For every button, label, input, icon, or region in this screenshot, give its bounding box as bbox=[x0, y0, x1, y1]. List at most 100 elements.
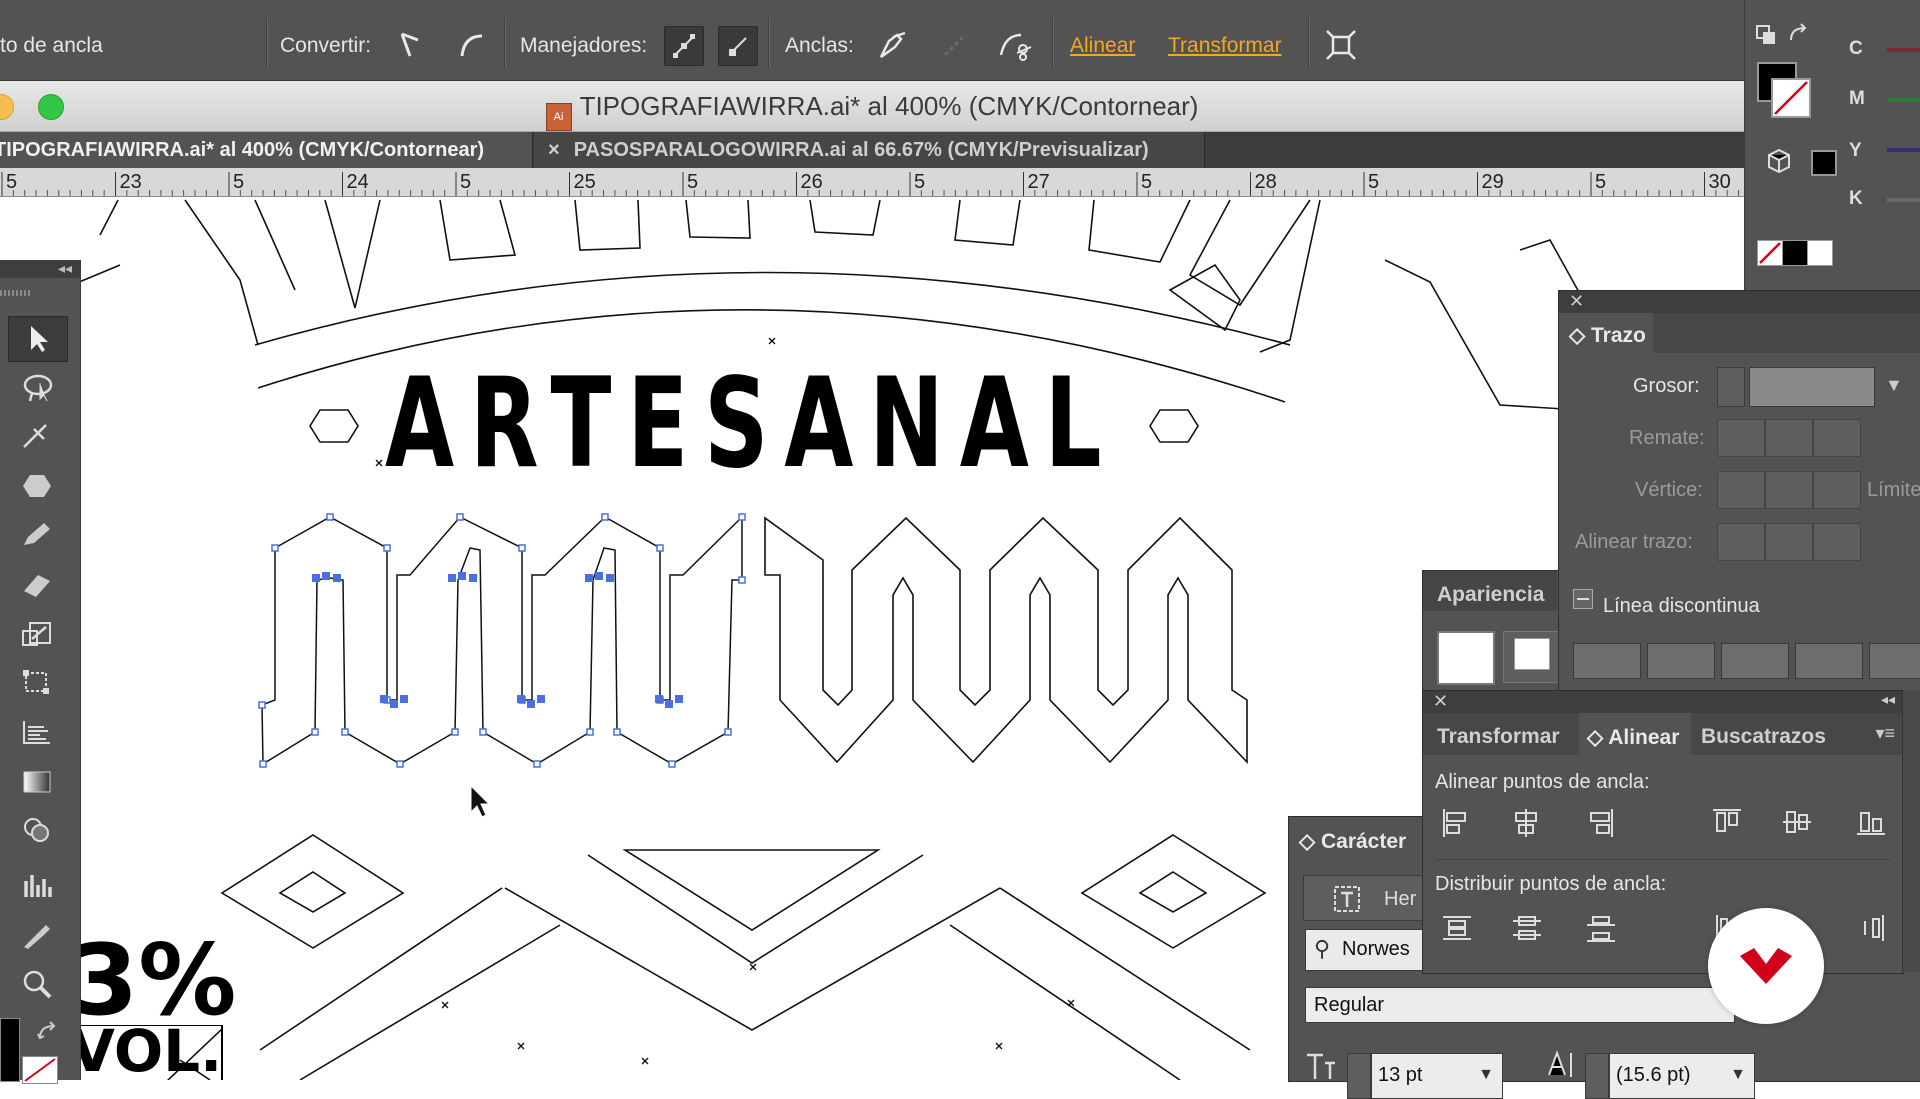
distribute-bottom-icon[interactable] bbox=[1585, 913, 1617, 948]
scale-tool-icon[interactable] bbox=[8, 612, 66, 656]
channel-m-label: M bbox=[1849, 88, 1865, 109]
chevron-down-icon[interactable]: ▼ bbox=[1730, 1066, 1746, 1084]
c-slider[interactable] bbox=[1887, 48, 1920, 52]
font-style-field[interactable]: Regular bbox=[1305, 987, 1735, 1023]
k-slider[interactable] bbox=[1887, 198, 1920, 202]
zoom-tool-icon[interactable] bbox=[8, 962, 66, 1006]
panel-scrollbar[interactable] bbox=[1902, 690, 1920, 972]
eyedropper-tool-icon[interactable] bbox=[8, 914, 66, 958]
bevel-join-button[interactable] bbox=[1813, 471, 1861, 509]
align-stroke-outside-button[interactable] bbox=[1813, 523, 1861, 561]
align-right-icon[interactable] bbox=[1585, 807, 1615, 844]
weight-stepper[interactable] bbox=[1717, 367, 1745, 407]
align-stroke-inside-button[interactable] bbox=[1765, 523, 1813, 561]
hide-handles-icon[interactable] bbox=[718, 26, 758, 66]
gap-field-2[interactable] bbox=[1795, 643, 1863, 679]
character-tab[interactable]: ◇ Carácter bbox=[1289, 817, 1419, 857]
tab-alinear[interactable]: ◇ Alinear bbox=[1579, 713, 1691, 755]
right-diamond-outer bbox=[1080, 834, 1267, 949]
remove-anchor-icon[interactable] bbox=[872, 26, 910, 64]
y-slider[interactable] bbox=[1887, 148, 1920, 152]
cut-path-icon[interactable] bbox=[996, 26, 1034, 64]
projecting-cap-button[interactable] bbox=[1813, 419, 1861, 457]
graph-tool-icon[interactable] bbox=[8, 710, 66, 754]
appearance-stroke-swatch[interactable] bbox=[1503, 631, 1559, 683]
show-handles-icon[interactable] bbox=[664, 26, 704, 66]
butt-cap-button[interactable] bbox=[1717, 419, 1765, 457]
tab-close-icon[interactable]: × bbox=[548, 139, 560, 161]
dash-field-2[interactable] bbox=[1721, 643, 1789, 679]
column-graph-tool-icon[interactable] bbox=[8, 864, 66, 908]
tab-buscatrazos[interactable]: Buscatrazos bbox=[1701, 725, 1826, 749]
leading-icon bbox=[1543, 1049, 1577, 1086]
distribute-top-icon[interactable] bbox=[1441, 913, 1473, 948]
chevron-down-icon[interactable]: ▼ bbox=[1478, 1066, 1494, 1084]
miter-join-button[interactable] bbox=[1717, 471, 1765, 509]
none-swatch[interactable] bbox=[1757, 240, 1783, 266]
stroke-tab[interactable]: ◇ Trazo bbox=[1559, 313, 1653, 353]
align-vertical-center-icon[interactable] bbox=[1781, 807, 1813, 842]
shape-builder-tool-icon[interactable] bbox=[8, 808, 66, 852]
tab-tipografiawirra[interactable]: TIPOGRAFIAWIRRA.ai* al 400% (CMYK/Contor… bbox=[0, 132, 533, 168]
align-horizontal-center-icon[interactable] bbox=[1511, 807, 1541, 844]
gap-field-1[interactable] bbox=[1647, 643, 1715, 679]
dash-field-1[interactable] bbox=[1573, 643, 1641, 679]
dash-field-3[interactable] bbox=[1869, 643, 1920, 679]
touch-type-button[interactable]: Her bbox=[1303, 875, 1425, 921]
black-swatch[interactable] bbox=[1811, 150, 1837, 176]
panel-menu-icon[interactable]: ▾≡ bbox=[1875, 723, 1895, 744]
close-icon[interactable]: ✕ bbox=[1433, 691, 1448, 712]
3d-cube-icon[interactable] bbox=[1767, 148, 1791, 179]
convert-corner-icon[interactable] bbox=[392, 26, 430, 64]
font-size-stepper[interactable] bbox=[1347, 1053, 1371, 1099]
lasso-tool-icon[interactable] bbox=[8, 366, 66, 410]
leading-value: (15.6 pt) bbox=[1616, 1064, 1691, 1086]
default-colors-icon[interactable] bbox=[1755, 24, 1779, 53]
fill-swatch[interactable] bbox=[0, 1018, 20, 1082]
pen-tool-icon[interactable] bbox=[8, 414, 66, 458]
font-size-field[interactable]: 13 pt ▼ bbox=[1371, 1053, 1503, 1099]
zoom-button[interactable] bbox=[38, 94, 64, 120]
tab-pasosparalogowirra[interactable]: × PASOSPARALOGOWIRRA.ai al 66.67% (CMYK/P… bbox=[534, 132, 1205, 168]
control-bar: to de ancla Convertir: Manejadores: Ancl… bbox=[0, 0, 1744, 81]
leading-stepper[interactable] bbox=[1585, 1053, 1609, 1099]
appearance-tab[interactable]: Apariencia bbox=[1423, 571, 1557, 611]
swap-fill-stroke-icon[interactable] bbox=[1787, 22, 1813, 51]
appearance-fill-swatch[interactable] bbox=[1437, 631, 1495, 685]
left-hexagon bbox=[309, 409, 359, 443]
isolate-selection-icon[interactable] bbox=[1322, 26, 1360, 64]
transform-link[interactable]: Transformar bbox=[1168, 34, 1282, 58]
align-top-icon[interactable] bbox=[1711, 807, 1743, 842]
align-bottom-icon[interactable] bbox=[1855, 807, 1887, 842]
collapse-icon[interactable]: ◂◂ bbox=[1881, 691, 1895, 708]
stroke-color-swatch[interactable] bbox=[1771, 78, 1811, 118]
tab-transformar[interactable]: Transformar bbox=[1437, 725, 1560, 749]
free-transform-tool-icon[interactable] bbox=[8, 660, 66, 704]
align-stroke-center-button[interactable] bbox=[1717, 523, 1765, 561]
round-cap-button[interactable] bbox=[1765, 419, 1813, 457]
weight-field[interactable] bbox=[1749, 367, 1875, 407]
eraser-tool-icon[interactable] bbox=[8, 562, 66, 606]
convert-smooth-icon[interactable] bbox=[452, 26, 490, 64]
leading-field[interactable]: (15.6 pt) ▼ bbox=[1609, 1053, 1755, 1099]
distribute-right-icon[interactable] bbox=[1855, 913, 1887, 948]
distribute-vertical-center-icon[interactable] bbox=[1511, 913, 1543, 948]
collapse-icon[interactable]: ◂◂ bbox=[58, 260, 72, 277]
dashed-line-checkbox[interactable] bbox=[1573, 589, 1593, 609]
m-slider[interactable] bbox=[1887, 98, 1920, 102]
close-icon[interactable]: ✕ bbox=[1569, 291, 1584, 312]
gradient-tool-icon[interactable] bbox=[8, 760, 66, 804]
round-join-button[interactable] bbox=[1765, 471, 1813, 509]
polygon-tool-icon[interactable] bbox=[8, 464, 66, 508]
pencil-tool-icon[interactable] bbox=[8, 512, 66, 556]
align-left-icon[interactable] bbox=[1441, 807, 1471, 844]
black-quick-swatch[interactable] bbox=[1782, 240, 1808, 266]
chevron-down-icon[interactable]: ▼ bbox=[1885, 375, 1903, 396]
align-link[interactable]: Alinear bbox=[1070, 34, 1135, 58]
font-search-field[interactable]: ⚲ Norwes bbox=[1305, 929, 1427, 971]
white-quick-swatch[interactable] bbox=[1807, 240, 1833, 266]
selection-tool-icon[interactable] bbox=[8, 316, 68, 362]
ruler-label: 26 bbox=[801, 171, 823, 193]
swap-colors-icon[interactable] bbox=[36, 1020, 60, 1044]
connect-anchor-icon[interactable] bbox=[936, 26, 974, 64]
